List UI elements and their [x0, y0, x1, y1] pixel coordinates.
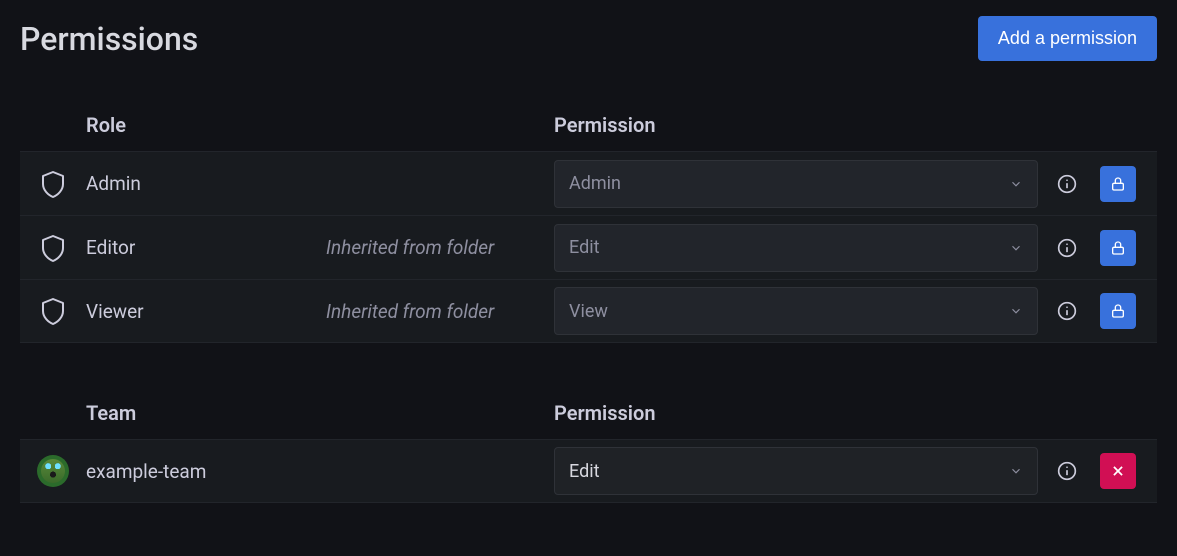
roles-column-headers: Role Permission [20, 113, 1157, 151]
page-header: Permissions Add a permission [20, 16, 1157, 61]
shield-icon [41, 234, 65, 262]
lock-icon [1110, 175, 1126, 193]
team-avatar [37, 455, 69, 487]
shield-icon [41, 297, 65, 325]
role-name: Admin [86, 172, 326, 195]
teams-section: Team Permission example-team Edit [20, 401, 1157, 503]
permission-value: Edit [569, 237, 599, 258]
chevron-down-icon [1009, 464, 1023, 478]
lock-button [1100, 166, 1136, 202]
permission-select[interactable]: Edit [554, 447, 1038, 495]
page-title: Permissions [20, 20, 198, 58]
inherited-label: Inherited from folder [326, 236, 554, 259]
inherited-label: Inherited from folder [326, 300, 554, 323]
info-icon[interactable] [1057, 238, 1077, 258]
role-name: Editor [86, 236, 326, 259]
lock-icon [1110, 239, 1126, 257]
teams-column-headers: Team Permission [20, 401, 1157, 439]
info-icon[interactable] [1057, 174, 1077, 194]
add-permission-button[interactable]: Add a permission [978, 16, 1157, 61]
roles-section: Role Permission Admin Admin [20, 113, 1157, 343]
chevron-down-icon [1009, 241, 1023, 255]
column-permission-header: Permission [554, 401, 655, 425]
lock-button [1100, 293, 1136, 329]
column-team-header: Team [20, 401, 554, 425]
info-icon[interactable] [1057, 301, 1077, 321]
role-name: Viewer [86, 300, 326, 323]
team-name: example-team [86, 460, 326, 483]
permission-value: Edit [569, 461, 599, 482]
lock-icon [1110, 302, 1126, 320]
remove-button[interactable] [1100, 453, 1136, 489]
lock-button [1100, 230, 1136, 266]
shield-icon [41, 170, 65, 198]
table-row: example-team Edit [20, 439, 1157, 503]
permission-value: View [569, 301, 608, 322]
info-icon[interactable] [1057, 461, 1077, 481]
permission-value: Admin [569, 173, 621, 194]
permission-select[interactable]: View [554, 287, 1038, 335]
table-row: Viewer Inherited from folder View [20, 279, 1157, 343]
permission-select[interactable]: Admin [554, 160, 1038, 208]
chevron-down-icon [1009, 304, 1023, 318]
column-role-header: Role [20, 113, 554, 137]
column-permission-header: Permission [554, 113, 655, 137]
table-row: Admin Admin [20, 151, 1157, 215]
permission-select[interactable]: Edit [554, 224, 1038, 272]
table-row: Editor Inherited from folder Edit [20, 215, 1157, 279]
chevron-down-icon [1009, 177, 1023, 191]
close-icon [1111, 464, 1125, 478]
